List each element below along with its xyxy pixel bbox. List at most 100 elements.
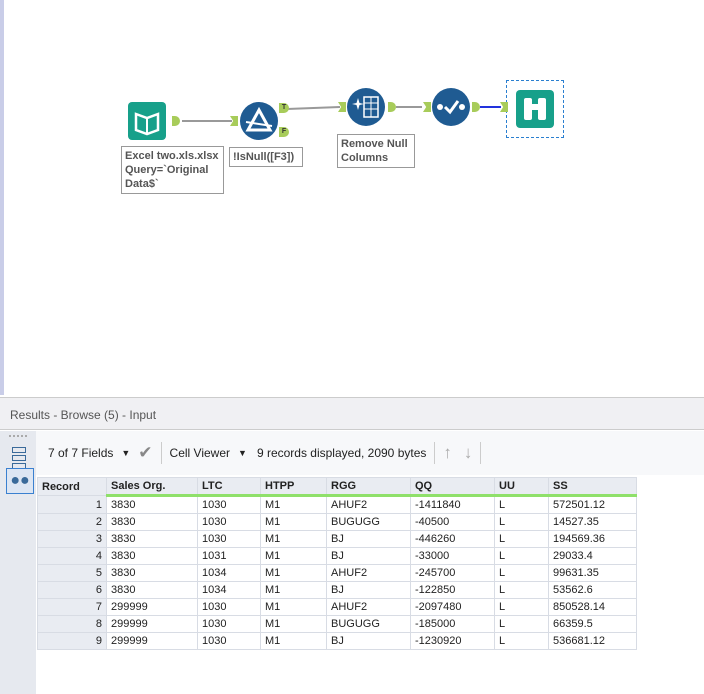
record-number[interactable]: 2 — [37, 513, 107, 531]
table-cell[interactable]: 1030 — [197, 495, 261, 514]
column-header[interactable]: QQ — [410, 477, 495, 497]
record-number[interactable]: 9 — [37, 632, 107, 650]
cell-viewer-dropdown[interactable]: Cell Viewer — [170, 446, 230, 460]
record-number[interactable]: 4 — [37, 547, 107, 565]
record-number[interactable]: 3 — [37, 530, 107, 548]
arrow-down-icon[interactable]: ↓ — [464, 443, 473, 463]
column-header[interactable]: UU — [494, 477, 549, 497]
table-cell[interactable]: 14527.35 — [548, 513, 637, 531]
table-cell[interactable]: BJ — [326, 632, 411, 650]
table-row[interactable]: 5 3830 1034 M1 AHUF2 -245700 L 99631.35 — [37, 564, 637, 582]
table-cell[interactable]: 1030 — [197, 598, 261, 616]
filter-tool[interactable] — [240, 102, 278, 140]
table-cell[interactable]: L — [494, 495, 549, 514]
record-number[interactable]: 1 — [37, 495, 107, 514]
column-header[interactable]: LTC — [197, 477, 261, 497]
table-cell[interactable]: 3830 — [106, 564, 198, 582]
table-row[interactable]: 2 3830 1030 M1 BUGUGG -40500 L 14527.35 — [37, 513, 637, 531]
table-cell[interactable]: BJ — [326, 530, 411, 548]
table-row[interactable]: 4 3830 1031 M1 BJ -33000 L 29033.4 — [37, 547, 637, 565]
table-cell[interactable]: M1 — [260, 530, 327, 548]
table-cell[interactable]: 1034 — [197, 581, 261, 599]
list-view-icon[interactable] — [12, 447, 26, 469]
table-cell[interactable]: 3830 — [106, 495, 198, 514]
table-cell[interactable]: 299999 — [106, 598, 198, 616]
table-cell[interactable]: 66359.5 — [548, 615, 637, 633]
table-cell[interactable]: -2097480 — [410, 598, 495, 616]
table-cell[interactable]: AHUF2 — [326, 495, 411, 514]
table-cell[interactable]: AHUF2 — [326, 564, 411, 582]
column-header[interactable]: Sales Org. — [106, 477, 198, 497]
table-cell[interactable]: L — [494, 615, 549, 633]
table-cell[interactable]: BJ — [326, 547, 411, 565]
table-cell[interactable]: 1031 — [197, 547, 261, 565]
record-number[interactable]: 6 — [37, 581, 107, 599]
table-cell[interactable]: L — [494, 547, 549, 565]
table-cell[interactable]: 53562.6 — [548, 581, 637, 599]
table-cell[interactable]: M1 — [260, 615, 327, 633]
table-cell[interactable]: M1 — [260, 632, 327, 650]
table-cell[interactable]: -185000 — [410, 615, 495, 633]
table-cell[interactable]: 572501.12 — [548, 495, 637, 514]
table-cell[interactable]: 3830 — [106, 581, 198, 599]
table-cell[interactable]: 3830 — [106, 547, 198, 565]
table-row[interactable]: 7 299999 1030 M1 AHUF2 -2097480 L 850528.14 — [37, 598, 637, 616]
table-cell[interactable]: L — [494, 513, 549, 531]
table-cell[interactable]: M1 — [260, 547, 327, 565]
table-cell[interactable]: -245700 — [410, 564, 495, 582]
table-cell[interactable]: M1 — [260, 513, 327, 531]
table-cell[interactable]: 29033.4 — [548, 547, 637, 565]
table-row[interactable]: 8 299999 1030 M1 BUGUGG -185000 L 66359.5 — [37, 615, 637, 633]
table-cell[interactable]: L — [494, 530, 549, 548]
chevron-down-icon[interactable]: ▼ — [238, 448, 247, 458]
input-data-tool[interactable] — [128, 102, 166, 140]
table-cell[interactable]: 3830 — [106, 513, 198, 531]
table-cell[interactable]: 3830 — [106, 530, 198, 548]
record-number[interactable]: 7 — [37, 598, 107, 616]
fields-dropdown[interactable]: 7 of 7 Fields — [48, 446, 113, 460]
table-cell[interactable]: -122850 — [410, 581, 495, 599]
table-row[interactable]: 9 299999 1030 M1 BJ -1230920 L 536681.12 — [37, 632, 637, 650]
workflow-canvas[interactable]: Excel two.xls.xlsx Query=`Original Data$… — [0, 0, 704, 395]
table-cell[interactable]: 1030 — [197, 530, 261, 548]
remove-null-tool[interactable] — [347, 88, 385, 126]
record-number[interactable]: 8 — [37, 615, 107, 633]
table-cell[interactable]: M1 — [260, 581, 327, 599]
table-row[interactable]: 3 3830 1030 M1 BJ -446260 L 194569.36 — [37, 530, 637, 548]
table-cell[interactable]: 536681.12 — [548, 632, 637, 650]
table-cell[interactable]: -1411840 — [410, 495, 495, 514]
table-cell[interactable]: -1230920 — [410, 632, 495, 650]
table-row[interactable]: 1 3830 1030 M1 AHUF2 -1411840 L 572501.12 — [37, 495, 637, 514]
table-cell[interactable]: 1030 — [197, 615, 261, 633]
true-anchor[interactable]: T — [279, 103, 289, 113]
table-cell[interactable]: M1 — [260, 598, 327, 616]
table-cell[interactable]: 1034 — [197, 564, 261, 582]
table-cell[interactable]: 99631.35 — [548, 564, 637, 582]
column-header[interactable]: SS — [548, 477, 637, 497]
select-tool[interactable] — [432, 88, 470, 126]
chevron-down-icon[interactable]: ▼ — [121, 448, 130, 458]
table-cell[interactable]: L — [494, 632, 549, 650]
record-number[interactable]: 5 — [37, 564, 107, 582]
table-cell[interactable]: -40500 — [410, 513, 495, 531]
grip-handle[interactable] — [9, 435, 27, 437]
binoculars-icon[interactable]: ●● — [6, 468, 34, 494]
table-cell[interactable]: 194569.36 — [548, 530, 637, 548]
table-cell[interactable]: BUGUGG — [326, 513, 411, 531]
table-cell[interactable]: L — [494, 564, 549, 582]
table-cell[interactable]: BJ — [326, 581, 411, 599]
table-cell[interactable]: 1030 — [197, 513, 261, 531]
table-row[interactable]: 6 3830 1034 M1 BJ -122850 L 53562.6 — [37, 581, 637, 599]
table-cell[interactable]: M1 — [260, 564, 327, 582]
table-cell[interactable]: -33000 — [410, 547, 495, 565]
table-cell[interactable]: 1030 — [197, 632, 261, 650]
table-cell[interactable]: L — [494, 598, 549, 616]
arrow-up-icon[interactable]: ↑ — [443, 443, 452, 463]
column-header[interactable]: RGG — [326, 477, 411, 497]
table-cell[interactable]: 299999 — [106, 615, 198, 633]
table-cell[interactable]: L — [494, 581, 549, 599]
column-header[interactable]: Record — [37, 477, 107, 496]
table-cell[interactable]: 850528.14 — [548, 598, 637, 616]
table-cell[interactable]: BUGUGG — [326, 615, 411, 633]
false-anchor[interactable]: F — [279, 127, 289, 137]
